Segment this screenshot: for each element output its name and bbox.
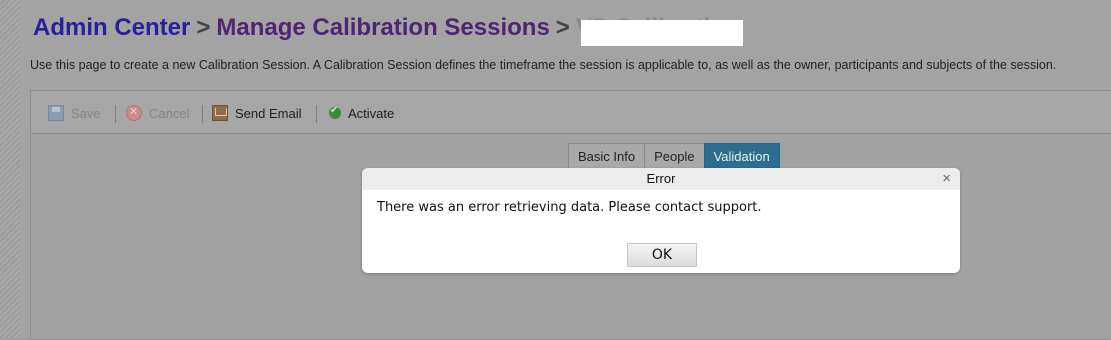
toolbar-divider: [316, 105, 317, 123]
activate-label: Activate: [348, 105, 395, 121]
tab-people[interactable]: People: [644, 143, 705, 171]
ok-button[interactable]: OK: [627, 243, 697, 267]
breadcrumb-separator: >: [196, 14, 211, 41]
dialog-title: Error: [646, 171, 676, 186]
mail-icon: [212, 105, 228, 121]
toolbar-divider: [115, 105, 116, 123]
save-icon: [48, 105, 64, 121]
toolbar-divider: [202, 105, 203, 123]
activate-button[interactable]: Activate: [327, 102, 394, 124]
dialog-header: Error ×: [362, 168, 960, 190]
save-button[interactable]: Save: [48, 102, 101, 124]
send-email-button[interactable]: Send Email: [212, 102, 301, 124]
page-description: Use this page to create a new Calibratio…: [30, 58, 1057, 72]
dialog-message: There was an error retrieving data. Plea…: [377, 200, 762, 215]
tab-validation[interactable]: Validation: [703, 143, 780, 171]
cancel-icon: [126, 105, 142, 121]
cancel-label: Cancel: [149, 105, 190, 121]
redaction-box: [581, 20, 743, 46]
close-icon[interactable]: ×: [942, 171, 951, 187]
breadcrumb-manage-calibration-sessions[interactable]: Manage Calibration Sessions: [216, 14, 549, 41]
breadcrumb-admin-center[interactable]: Admin Center: [33, 14, 190, 41]
tab-basic-info[interactable]: Basic Info: [568, 143, 646, 171]
send-email-label: Send Email: [235, 105, 302, 121]
save-label: Save: [71, 105, 101, 121]
toolbar: Save Cancel Send Email Activate: [31, 91, 1111, 134]
left-gutter: [0, 0, 20, 338]
tab-bar: Basic Info People Validation: [568, 143, 780, 171]
breadcrumb-separator: >: [555, 14, 570, 41]
cancel-button[interactable]: Cancel: [126, 102, 189, 124]
error-dialog: Error × There was an error retrieving da…: [362, 168, 960, 273]
check-circle-icon: [329, 105, 341, 119]
